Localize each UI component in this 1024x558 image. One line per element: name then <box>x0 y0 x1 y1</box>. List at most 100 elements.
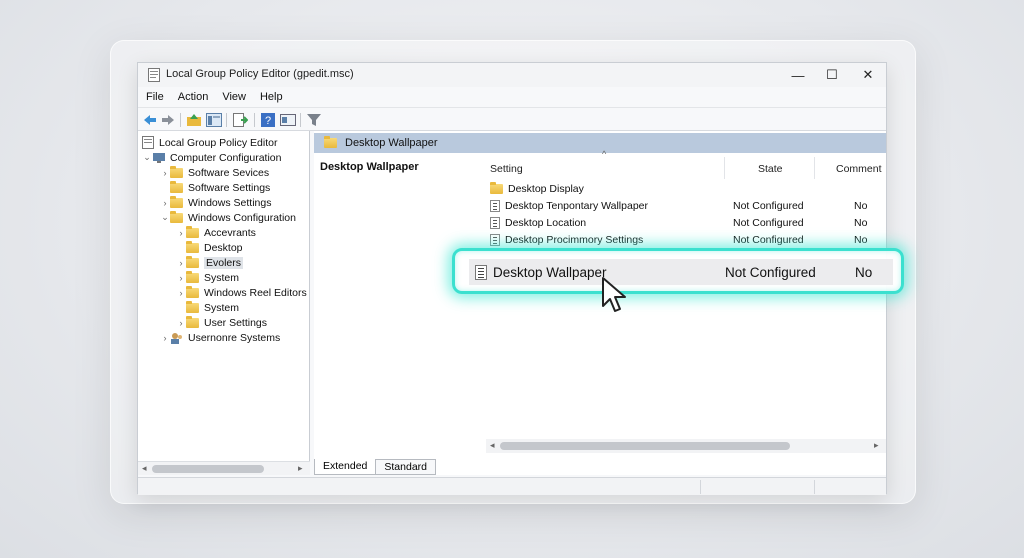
tree-horizontal-scrollbar[interactable]: ◂ ▸ <box>138 461 310 475</box>
column-header-comment[interactable]: Comment <box>836 159 882 179</box>
tree-label: Local Group Policy Editor <box>159 136 278 149</box>
tree-item-user-settings[interactable]: › User Settings <box>176 315 267 330</box>
status-separator <box>700 480 701 494</box>
window-title: Local Group Policy Editor (gpedit.msc) <box>166 68 354 80</box>
svg-text:?: ? <box>265 115 271 127</box>
tree-item-root[interactable]: Local Group Policy Editor <box>142 135 277 150</box>
toolbar-separator <box>300 113 301 127</box>
scroll-left-icon[interactable]: ◂ <box>490 440 495 451</box>
status-separator <box>814 480 815 494</box>
details-header: Desktop Wallpaper <box>314 133 886 153</box>
details-header-title: Desktop Wallpaper <box>345 137 438 149</box>
help-icon[interactable]: ? <box>260 112 276 128</box>
policy-icon <box>142 136 154 149</box>
filter-icon[interactable] <box>306 112 322 128</box>
chevron-right-icon[interactable]: › <box>176 273 186 283</box>
tab-standard[interactable]: Standard <box>375 459 436 475</box>
computer-icon <box>153 152 165 163</box>
maximize-button[interactable]: ☐ <box>814 65 850 85</box>
menu-bar: File Action View Help <box>138 87 886 107</box>
column-separator[interactable] <box>724 157 725 179</box>
chevron-right-icon[interactable]: › <box>160 168 170 178</box>
chevron-right-icon[interactable]: › <box>176 258 186 268</box>
toolbar-separator <box>254 113 255 127</box>
setting-name: Desktop Procimmory Settings <box>505 234 644 246</box>
minimize-button[interactable]: — <box>780 65 816 85</box>
properties-icon[interactable] <box>280 112 296 128</box>
scroll-left-icon[interactable]: ◂ <box>142 463 147 474</box>
policy-app-icon <box>148 68 160 82</box>
tab-extended[interactable]: Extended <box>314 459 377 475</box>
tree-label: Windows Settings <box>188 196 272 209</box>
tree-item-windows-configuration[interactable]: ⌄ Windows Configuration <box>160 210 296 225</box>
tree-item-evolers[interactable]: › Evolers <box>176 255 244 270</box>
export-list-icon[interactable] <box>232 112 248 128</box>
list-item-desktop-tenpontary-wallpaper[interactable]: Desktop Tenpontary Wallpaper Not Configu… <box>490 198 882 214</box>
show-hide-tree-icon[interactable] <box>206 112 222 128</box>
chevron-down-icon[interactable]: ⌄ <box>142 152 152 163</box>
tree-label: Windows Reel Editors <box>204 286 307 299</box>
chevron-right-icon[interactable]: › <box>160 198 170 208</box>
menu-file[interactable]: File <box>146 91 164 103</box>
status-bar <box>138 477 886 495</box>
list-item-desktop-procimmory-settings[interactable]: Desktop Procimmory Settings Not Configur… <box>490 232 882 248</box>
folder-icon <box>186 255 199 268</box>
users-icon <box>171 332 182 344</box>
title-bar: Local Group Policy Editor (gpedit.msc) —… <box>138 63 886 87</box>
menu-action[interactable]: Action <box>178 91 209 103</box>
tree-item-accevrants[interactable]: › Accevrants <box>176 225 256 240</box>
folder-icon <box>170 180 183 193</box>
column-separator[interactable] <box>814 157 815 179</box>
tree-item-windows-reel-editors[interactable]: › Windows Reel Editors <box>176 285 307 300</box>
chevron-right-icon[interactable]: › <box>176 318 186 328</box>
setting-comment: No <box>854 200 868 212</box>
scroll-right-icon[interactable]: ▸ <box>298 463 303 474</box>
chevron-down-icon[interactable]: ⌄ <box>160 212 170 223</box>
chevron-right-icon[interactable]: › <box>176 288 186 298</box>
column-header-setting[interactable]: Setting <box>490 159 523 179</box>
highlighted-setting-comment: No <box>855 264 873 280</box>
highlighted-setting-callout: Desktop Wallpaper Not Configured No <box>452 248 904 294</box>
scroll-thumb[interactable] <box>152 465 264 473</box>
tree-label: Software Settings <box>188 181 271 194</box>
menu-view[interactable]: View <box>222 91 246 103</box>
menu-help[interactable]: Help <box>260 91 283 103</box>
tree-item-windows-settings[interactable]: › Windows Settings <box>160 195 271 210</box>
scroll-thumb[interactable] <box>500 442 790 450</box>
toolbar-separator <box>180 113 181 127</box>
folder-icon <box>324 136 337 148</box>
setting-comment: No <box>854 234 868 246</box>
up-folder-icon[interactable] <box>186 112 202 128</box>
list-item-desktop-display[interactable]: Desktop Display <box>490 181 882 197</box>
list-item-desktop-wallpaper[interactable]: Desktop Wallpaper Not Configured No <box>469 259 893 285</box>
tree-label: System <box>204 301 240 314</box>
tree-item-software-settings[interactable]: Software Settings <box>160 180 270 195</box>
tree-item-usernonre-systems[interactable]: › Usernonre Systems <box>160 330 280 345</box>
folder-icon <box>186 225 199 238</box>
setting-icon <box>475 264 487 280</box>
tree-item-software-sevices[interactable]: › Software Sevices <box>160 165 269 180</box>
folder-icon <box>186 270 199 283</box>
back-arrow-icon[interactable] <box>142 112 158 128</box>
details-horizontal-scrollbar[interactable]: ◂ ▸ <box>486 439 886 453</box>
tree-pane: Local Group Policy Editor ⌄ Computer Con… <box>138 131 310 475</box>
folder-icon <box>186 315 199 328</box>
setting-state: Not Configured <box>733 200 804 212</box>
folder-icon <box>186 240 199 253</box>
setting-icon <box>490 234 500 246</box>
forward-arrow-icon[interactable] <box>160 112 176 128</box>
setting-icon <box>490 217 500 229</box>
tree-item-desktop[interactable]: Desktop <box>176 240 243 255</box>
view-tabs: Extended Standard <box>314 459 436 475</box>
folder-icon <box>490 182 503 194</box>
chevron-right-icon[interactable]: › <box>176 228 186 238</box>
column-header-state[interactable]: State <box>758 159 783 179</box>
chevron-right-icon[interactable]: › <box>160 333 170 343</box>
tree-item-computer-configuration[interactable]: ⌄ Computer Configuration <box>142 150 281 165</box>
setting-comment: No <box>854 217 868 229</box>
list-item-desktop-location[interactable]: Desktop Location Not Configured No <box>490 215 882 231</box>
tree-item-system-2[interactable]: System <box>176 300 239 315</box>
scroll-right-icon[interactable]: ▸ <box>874 440 879 451</box>
close-button[interactable]: ✕ <box>850 65 886 85</box>
tree-item-system[interactable]: › System <box>176 270 239 285</box>
